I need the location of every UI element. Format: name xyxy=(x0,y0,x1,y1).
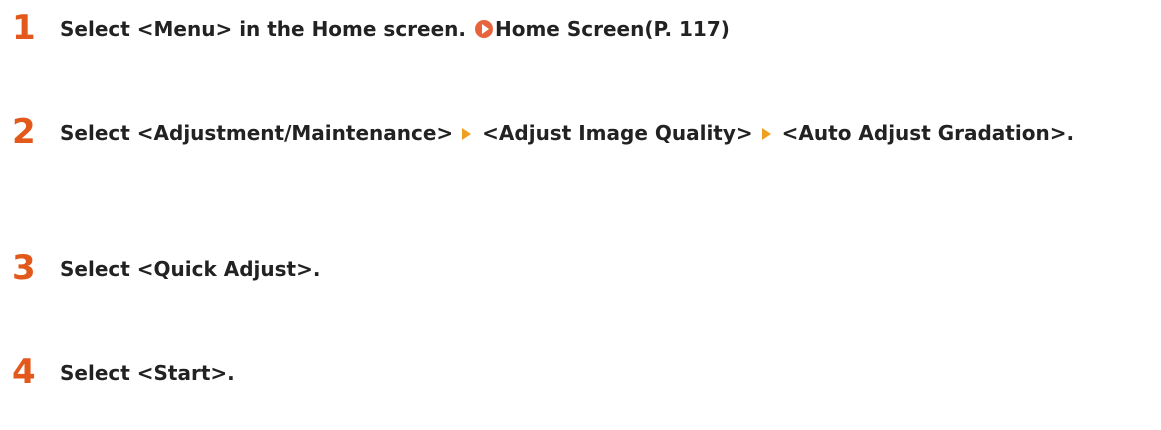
step-instruction: Select <Start>. xyxy=(60,361,235,385)
step-instruction-part-2: <Adjust Image Quality> xyxy=(482,121,753,145)
step-2: 2 Select <Adjustment/Maintenance> <Adjust… xyxy=(12,112,1151,152)
step-text: Select <Menu> in the Home screen. Home S… xyxy=(60,12,730,46)
step-instruction-part-1: Select <Adjustment/Maintenance> xyxy=(60,121,454,145)
arrow-right-icon xyxy=(462,128,472,140)
step-instruction-part-3: <Auto Adjust Gradation>. xyxy=(781,121,1075,145)
step-number: 4 xyxy=(12,352,36,392)
step-text: Select <Start>. xyxy=(60,356,235,390)
step-4: 4 Select <Start>. xyxy=(12,352,1151,392)
step-3: 3 Select <Quick Adjust>. xyxy=(12,248,1151,288)
step-text: Select <Quick Adjust>. xyxy=(60,252,320,286)
step-instruction: Select <Menu> in the Home screen. xyxy=(60,17,467,41)
step-number: 1 xyxy=(12,8,36,48)
link-arrow-icon xyxy=(474,20,493,38)
procedure-steps: 1 Select <Menu> in the Home screen. Home… xyxy=(0,0,1161,430)
arrow-right-icon xyxy=(761,128,771,140)
step-number: 2 xyxy=(12,112,36,152)
step-instruction: Select <Quick Adjust>. xyxy=(60,257,321,281)
step-number: 3 xyxy=(12,248,36,288)
link-label: Home Screen(P. 117) xyxy=(494,17,730,41)
step-1: 1 Select <Menu> in the Home screen. Home… xyxy=(12,8,1151,48)
step-text: Select <Adjustment/Maintenance> <Adjust I… xyxy=(60,116,1074,150)
home-screen-link[interactable]: Home Screen(P. 117) xyxy=(473,17,730,41)
